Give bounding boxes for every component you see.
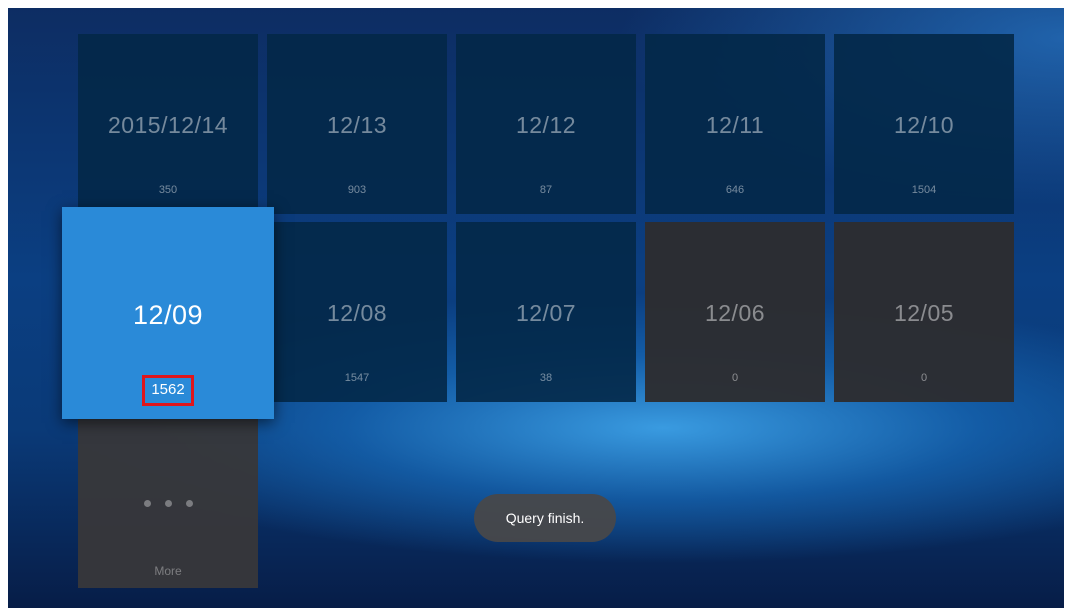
dot-icon: [164, 500, 172, 507]
tile-count: 0: [731, 372, 739, 384]
dot-icon: [143, 500, 151, 507]
date-tile-12-10[interactable]: 12/10 1504: [834, 34, 1014, 214]
toast-message: Query finish.: [474, 494, 616, 542]
tile-date: 12/10: [893, 112, 955, 138]
tile-date: 12/09: [132, 300, 204, 330]
highlighted-count: 1562: [142, 375, 194, 406]
date-tile-12-12[interactable]: 12/12 87: [456, 34, 636, 214]
tile-count: 350: [158, 184, 178, 196]
tile-count: 646: [725, 184, 745, 196]
date-tile-2015-12-14[interactable]: 2015/12/14 350: [78, 34, 258, 214]
tile-count: 1547: [344, 372, 370, 384]
more-dots-icon: [78, 500, 258, 507]
tile-count: 903: [347, 184, 367, 196]
tile-count: 87: [539, 184, 553, 196]
tile-count: 0: [920, 372, 928, 384]
date-tile-12-07[interactable]: 12/07 38: [456, 222, 636, 402]
dot-icon: [185, 500, 193, 507]
date-tile-12-08[interactable]: 12/08 1547: [267, 222, 447, 402]
tile-count: 38: [539, 372, 553, 384]
more-tile[interactable]: More: [78, 418, 258, 588]
tile-count: 1504: [911, 184, 937, 196]
date-tile-12-05[interactable]: 12/05 0: [834, 222, 1014, 402]
tile-date: 2015/12/14: [107, 112, 229, 138]
tile-date: 12/07: [515, 300, 577, 326]
date-tile-12-06[interactable]: 12/06 0: [645, 222, 825, 402]
more-label: More: [154, 564, 182, 578]
tile-date: 12/11: [705, 112, 765, 138]
date-tile-12-13[interactable]: 12/13 903: [267, 34, 447, 214]
date-tile-12-09-selected[interactable]: 12/09 1562: [62, 207, 274, 419]
tile-date: 12/12: [515, 112, 577, 138]
tile-date: 12/13: [326, 112, 388, 138]
tile-date: 12/08: [326, 300, 388, 326]
tile-count: 1562: [62, 375, 274, 406]
tile-date: 12/06: [704, 300, 766, 326]
date-tile-12-11[interactable]: 12/11 646: [645, 34, 825, 214]
tile-date: 12/05: [893, 300, 955, 326]
app-screen: 2015/12/14 350 12/13 903 12/12 87 12/11 …: [8, 8, 1064, 608]
